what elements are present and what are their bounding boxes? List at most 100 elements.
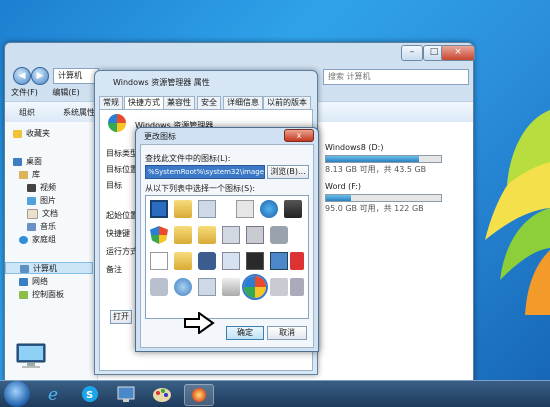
close-button[interactable]: × <box>441 45 475 61</box>
drive-d-label[interactable]: Windows8 (D:) <box>325 143 383 152</box>
blank-page-icon[interactable] <box>198 278 216 296</box>
drive-d-usage-fill <box>326 156 420 162</box>
homegroup-icon <box>19 235 28 244</box>
explorer-titlebar[interactable]: – □ × <box>5 43 475 65</box>
lookup-label: 查找此文件中的图标(L): <box>145 154 231 163</box>
taskbar: e S <box>0 380 550 407</box>
drive-d-usage-bar <box>325 155 442 163</box>
explorer-app-icon <box>108 114 126 132</box>
nav-homegroup[interactable]: 家庭组 <box>19 234 56 246</box>
folder-icon[interactable] <box>174 252 192 270</box>
window-icon[interactable] <box>150 200 168 218</box>
windows-explorer-selected-icon[interactable] <box>242 274 268 300</box>
folder-icon[interactable] <box>174 226 192 244</box>
nav-videos[interactable]: 视频 <box>27 182 56 194</box>
settings-icon[interactable] <box>222 226 240 244</box>
nav-desktop[interactable]: 桌面 <box>13 156 42 168</box>
nav-network[interactable]: 网络 <box>19 276 48 288</box>
nav-computer[interactable]: 计算机 <box>5 262 93 274</box>
network-icon <box>19 277 28 286</box>
minimize-button[interactable]: – <box>401 45 423 61</box>
image-file-icon[interactable] <box>236 200 254 218</box>
drive-icon[interactable] <box>270 226 288 244</box>
screen-icon[interactable] <box>270 252 288 270</box>
desktop-icon <box>13 157 22 166</box>
internet-explorer-icon[interactable]: e <box>40 384 68 405</box>
tab-security[interactable]: 安全 <box>197 96 221 109</box>
drive-d-size: 8.13 GB 可用，共 43.5 GB <box>325 165 427 174</box>
paint-icon[interactable] <box>148 384 176 404</box>
nav-pictures[interactable]: 图片 <box>27 195 56 207</box>
folder-icon[interactable] <box>198 226 216 244</box>
browse-button[interactable]: 浏览(B)... <box>267 165 309 179</box>
skype-icon[interactable]: S <box>76 384 104 404</box>
icon-list[interactable] <box>145 195 309 319</box>
search-icon[interactable] <box>174 278 192 296</box>
nav-documents[interactable]: 文档 <box>27 208 58 220</box>
keyboard-icon[interactable] <box>150 278 168 296</box>
cancel-button[interactable]: 取消 <box>267 326 307 340</box>
computer-large-icon <box>16 343 46 368</box>
blank-page-icon[interactable] <box>198 200 216 218</box>
icon-file-path-input[interactable]: %SystemRoot%\system32\imageres.dll <box>145 165 265 179</box>
folder-icon[interactable] <box>174 200 192 218</box>
svg-text:e: e <box>48 385 58 404</box>
field-comment: 备注 <box>106 265 122 274</box>
globe-icon[interactable] <box>260 200 278 218</box>
tab-shortcut[interactable]: 快捷方式 <box>124 96 164 110</box>
picture-icon <box>27 196 36 205</box>
mail-icon[interactable] <box>222 278 240 296</box>
drive-f-label[interactable]: Word (F:) <box>325 182 361 191</box>
address-breadcrumb[interactable]: 计算机 <box>53 68 99 84</box>
music-icon <box>27 222 36 231</box>
menu-edit[interactable]: 编辑(E) <box>52 88 79 97</box>
tab-details[interactable]: 详细信息 <box>223 96 263 109</box>
system-properties-button[interactable]: 系统属性 <box>63 107 95 118</box>
monitor-icon[interactable] <box>284 200 302 218</box>
ok-button[interactable]: 确定 <box>226 326 264 340</box>
nav-favorites[interactable]: 收藏夹 <box>13 128 50 140</box>
properties-tabs: 常规 快捷方式 兼容性 安全 详细信息 以前的版本 <box>99 96 313 110</box>
tab-general[interactable]: 常规 <box>99 96 123 109</box>
pointer-arrow-icon <box>184 312 215 334</box>
puzzle-icon[interactable] <box>198 252 216 270</box>
start-button[interactable] <box>4 381 30 407</box>
change-icon-body: 查找此文件中的图标(L): %SystemRoot%\system32\imag… <box>140 144 314 348</box>
menu-bar: 文件(F) 编辑(E) <box>11 87 92 99</box>
scanner-icon[interactable] <box>270 278 288 296</box>
windows-media-icon[interactable] <box>184 384 214 406</box>
document-icon[interactable] <box>150 252 168 270</box>
nav-control-panel[interactable]: 控制面板 <box>19 289 64 301</box>
computer-icon <box>20 264 29 273</box>
clipboard-icon[interactable] <box>222 252 240 270</box>
menu-file[interactable]: 文件(F) <box>11 88 38 97</box>
tab-previous-versions[interactable]: 以前的版本 <box>263 96 311 109</box>
video-icon <box>27 183 36 192</box>
drive-f-usage-fill <box>326 195 352 201</box>
nav-libraries[interactable]: 库 <box>19 169 40 181</box>
search-input[interactable]: 搜索 计算机 <box>323 69 469 85</box>
properties-dialog-title: Windows 资源管理器 属性 <box>113 78 210 87</box>
select-icon-label: 从以下列表中选择一个图标(S): <box>145 184 256 193</box>
close-button[interactable]: x <box>284 129 314 142</box>
open-file-location-button[interactable]: 打开 <box>110 310 132 324</box>
field-shortcut-key: 快捷键 <box>106 229 130 238</box>
back-button[interactable]: ◀ <box>13 67 31 85</box>
drive-f-usage-bar <box>325 194 442 202</box>
forward-button[interactable]: ▶ <box>31 67 49 85</box>
svg-text:S: S <box>86 390 93 401</box>
hardware-icon[interactable] <box>290 278 304 296</box>
change-icon-dialog: 更改图标 x 查找此文件中的图标(L): %SystemRoot%\system… <box>135 127 319 352</box>
film-icon[interactable] <box>246 252 264 270</box>
printer-icon[interactable] <box>246 226 264 244</box>
field-start-in: 起始位置 <box>106 211 138 220</box>
field-target: 目标 <box>106 181 122 190</box>
shield-icon[interactable] <box>150 226 168 244</box>
tab-compatibility[interactable]: 兼容性 <box>163 96 195 109</box>
organize-button[interactable]: 组织 <box>19 107 35 118</box>
field-target-type: 目标类型 <box>106 149 138 158</box>
error-icon[interactable] <box>290 252 304 270</box>
explorer-icon[interactable] <box>112 384 140 404</box>
library-icon <box>19 170 28 179</box>
nav-music[interactable]: 音乐 <box>27 221 56 233</box>
